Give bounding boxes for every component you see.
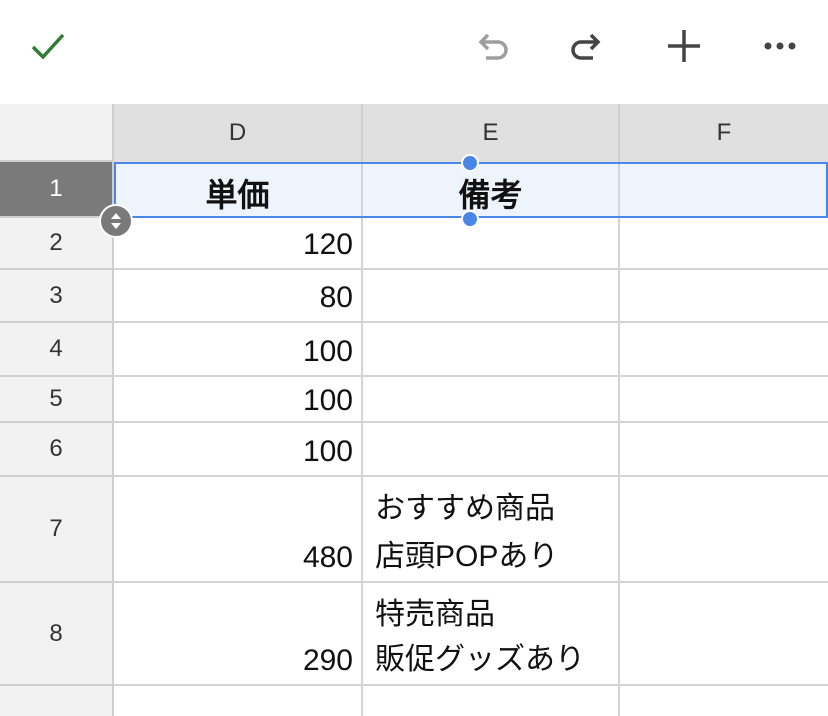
cell-text-line-1: おすすめ商品 xyxy=(375,492,555,525)
cell-f7[interactable] xyxy=(620,477,828,583)
cell-text-line-2: 販促グッズあり xyxy=(375,643,585,676)
row-header-1[interactable]: 1 xyxy=(0,162,114,218)
cell-d5[interactable]: 100 xyxy=(114,377,363,423)
cell-value: 100 xyxy=(302,335,353,368)
cell-d1[interactable]: 単価 xyxy=(114,162,363,218)
redo-icon[interactable] xyxy=(563,22,611,70)
row-header-5[interactable]: 5 xyxy=(0,377,114,423)
cell-d3[interactable]: 80 xyxy=(114,270,363,323)
row-header-2[interactable]: 2 xyxy=(0,218,114,270)
cell-value: 100 xyxy=(302,435,353,468)
cell-value: 100 xyxy=(302,384,353,417)
cell-d7[interactable]: 480 xyxy=(114,477,363,583)
cell-f1[interactable] xyxy=(620,162,828,218)
add-icon[interactable] xyxy=(660,22,708,70)
row-header-4[interactable]: 4 xyxy=(0,323,114,377)
toolbar xyxy=(0,0,828,104)
cell-value: 120 xyxy=(302,228,353,261)
cell-text-line-2: 店頭POPあり xyxy=(375,540,559,573)
cell-f6[interactable] xyxy=(620,423,828,477)
cell-d9[interactable] xyxy=(114,686,363,716)
row-header-8[interactable]: 8 xyxy=(0,583,114,686)
more-icon[interactable] xyxy=(756,22,804,70)
cell-d6[interactable]: 100 xyxy=(114,423,363,477)
cell-e2[interactable] xyxy=(363,218,620,270)
row-header-7[interactable]: 7 xyxy=(0,477,114,583)
cell-e4[interactable] xyxy=(363,323,620,377)
cell-e1[interactable]: 備考 xyxy=(363,162,620,218)
cell-value: 480 xyxy=(302,541,353,574)
cell-text-line-1: 特売商品 xyxy=(375,598,495,631)
cell-e3[interactable] xyxy=(363,270,620,323)
cell-value: 80 xyxy=(319,281,353,314)
cell-e7[interactable]: おすすめ商品 店頭POPあり xyxy=(363,477,620,583)
cell-e6[interactable] xyxy=(363,423,620,477)
selection-handle-top[interactable] xyxy=(461,154,479,172)
undo-icon[interactable] xyxy=(468,22,516,70)
check-icon[interactable] xyxy=(24,22,72,70)
cell-f8[interactable] xyxy=(620,583,828,686)
selection-handle-bottom[interactable] xyxy=(461,210,479,228)
cell-f4[interactable] xyxy=(620,323,828,377)
cell-f5[interactable] xyxy=(620,377,828,423)
spreadsheet-grid: D E F 1 単価 備考 2 120 3 80 4 100 5 100 6 1… xyxy=(0,104,828,716)
select-all-corner[interactable] xyxy=(0,104,114,162)
row-header-6[interactable]: 6 xyxy=(0,423,114,477)
cell-value: 290 xyxy=(302,644,353,677)
row-resize-handle[interactable] xyxy=(99,204,133,238)
row-header-9[interactable] xyxy=(0,686,114,716)
cell-f3[interactable] xyxy=(620,270,828,323)
cell-d8[interactable]: 290 xyxy=(114,583,363,686)
cell-f2[interactable] xyxy=(620,218,828,270)
row-header-3[interactable]: 3 xyxy=(0,270,114,323)
resize-arrows-icon xyxy=(111,213,121,229)
column-header-e[interactable]: E xyxy=(363,104,620,162)
cell-text: 単価 xyxy=(205,177,270,213)
cell-text: 備考 xyxy=(458,177,523,213)
cell-f9[interactable] xyxy=(620,686,828,716)
cell-e8[interactable]: 特売商品 販促グッズあり xyxy=(363,583,620,686)
cell-e5[interactable] xyxy=(363,377,620,423)
column-header-f[interactable]: F xyxy=(620,104,828,162)
column-header-d[interactable]: D xyxy=(114,104,363,162)
cell-e9[interactable] xyxy=(363,686,620,716)
cell-d2[interactable]: 120 xyxy=(114,218,363,270)
cell-d4[interactable]: 100 xyxy=(114,323,363,377)
